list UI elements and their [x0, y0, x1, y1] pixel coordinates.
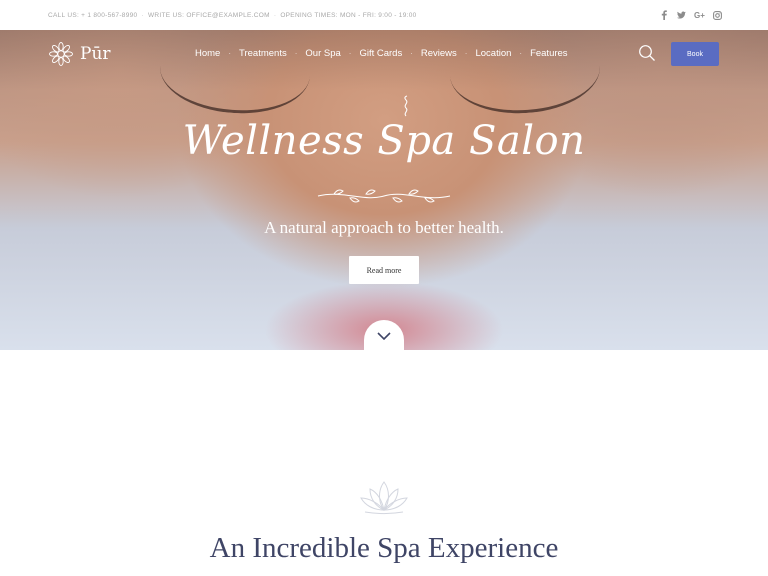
floral-divider-icon [317, 189, 451, 203]
scroll-down-button[interactable] [364, 320, 404, 352]
opening-times-text: OPENING TIMES: MON - FRI: 9:00 - 19:00 [280, 11, 417, 19]
hero-title: Wellness Spa Salon [182, 118, 586, 164]
top-info-bar: CALL US: + 1 800-567-8990 · WRITE US: OF… [0, 0, 768, 30]
nav-separator: · [519, 48, 523, 58]
facebook-icon[interactable] [659, 10, 668, 20]
nav-separator: · [410, 48, 413, 58]
hero-subtitle: A natural approach to better health. [264, 218, 504, 237]
google-plus-label: G+ [694, 10, 705, 20]
nav-item-location[interactable]: Location [475, 48, 511, 59]
call-us-text: CALL US: + 1 800-567-8990 [48, 11, 138, 19]
nav-item-gift-cards[interactable]: Gift Cards [359, 48, 402, 59]
book-button[interactable]: Book [671, 42, 719, 66]
nav-item-home[interactable]: Home [195, 48, 220, 59]
nav-separator: · [464, 48, 468, 58]
steam-icon [404, 95, 408, 117]
section-title: An Incredible Spa Experience [209, 532, 559, 564]
nav-separator: · [348, 48, 352, 58]
info-separator: · [273, 11, 277, 19]
main-navigation: Home · Treatments · Our Spa · Gift Cards… [195, 41, 568, 65]
write-us-text: WRITE US: OFFICE@EXAMPLE.COM [147, 11, 270, 19]
nav-item-reviews[interactable]: Reviews [421, 48, 457, 59]
logo[interactable]: Pūr [48, 41, 111, 67]
contact-info: CALL US: + 1 800-567-8990 · WRITE US: OF… [48, 0, 417, 30]
chevron-down-icon [377, 332, 391, 340]
nav-item-treatments[interactable]: Treatments [239, 48, 287, 59]
twitter-icon[interactable] [677, 10, 686, 20]
nav-separator: · [294, 48, 298, 58]
logo-text: Pūr [80, 44, 111, 64]
instagram-icon[interactable] [713, 10, 722, 20]
google-plus-icon[interactable]: G+ [694, 10, 705, 20]
nav-item-features[interactable]: Features [530, 48, 568, 59]
read-more-button[interactable]: Read more [349, 256, 419, 284]
nav-item-our-spa[interactable]: Our Spa [305, 48, 340, 59]
nav-separator: · [228, 48, 232, 58]
info-separator: · [141, 11, 144, 19]
lotus-icon [360, 481, 408, 514]
flower-logo-icon [49, 42, 73, 66]
search-icon[interactable] [638, 44, 656, 62]
social-links: G+ [659, 0, 722, 30]
